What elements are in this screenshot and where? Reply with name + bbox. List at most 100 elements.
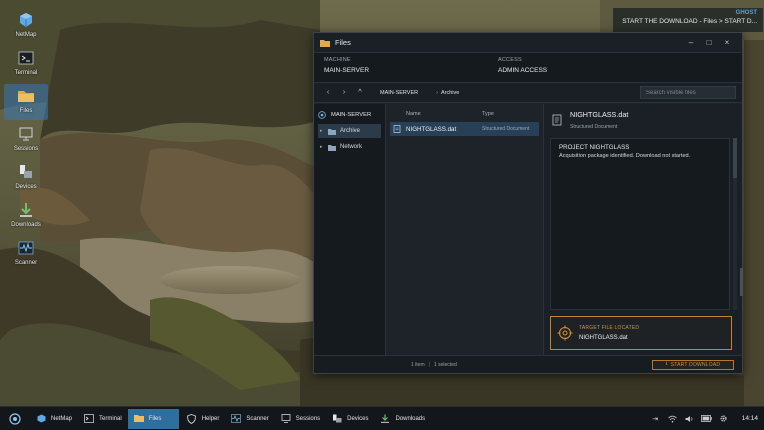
- waveform-icon: [231, 414, 242, 423]
- settings-icon[interactable]: [715, 413, 732, 425]
- preview-content: PROJECT NIGHTGLASS Acquisition package i…: [550, 138, 730, 310]
- preview-body-text: Acquisition package identified. Download…: [559, 153, 691, 159]
- desktop-icon-label: Files: [19, 108, 33, 114]
- desktop-icon-sessions[interactable]: Sessions: [4, 122, 48, 158]
- start-download-label: START DOWNLOAD: [670, 361, 721, 368]
- desktop-icon-netmap[interactable]: NetMap: [4, 8, 48, 44]
- files-window: Files – □ × MACHINE MAIN-SERVER ACCESS A…: [313, 32, 743, 374]
- document-icon: [552, 114, 562, 126]
- taskbar-label: Files: [148, 415, 162, 422]
- file-row[interactable]: NIGHTGLASS.dat Structured Document: [390, 122, 539, 136]
- tree-root-label: MAIN-SERVER: [331, 111, 372, 118]
- notification-toast[interactable]: GHOST START THE DOWNLOAD - Files > START…: [613, 8, 763, 32]
- desktop-icon-files[interactable]: Files: [4, 84, 48, 120]
- battery-icon[interactable]: [698, 413, 715, 425]
- desktop-icon-label: Scanner: [14, 260, 38, 266]
- navigation-bar: ‹ › ^ MAIN-SERVER › Archive: [314, 83, 742, 103]
- logout-icon[interactable]: ⇥: [647, 413, 664, 425]
- taskbar-item-scanner[interactable]: Scanner: [225, 409, 272, 429]
- column-header-type[interactable]: Type: [482, 111, 494, 117]
- taskbar-item-netmap[interactable]: NetMap: [30, 409, 76, 429]
- forward-button[interactable]: ›: [336, 86, 352, 100]
- wifi-icon[interactable]: [664, 413, 681, 425]
- tree-item-network[interactable]: ▸ Network: [318, 140, 381, 154]
- start-download-button[interactable]: ⭳ START DOWNLOAD: [652, 359, 734, 370]
- taskbar-label: Scanner: [246, 415, 269, 422]
- access-label: ACCESS: [498, 57, 522, 63]
- preview-scrollbar[interactable]: [733, 138, 737, 310]
- search-input[interactable]: [640, 86, 736, 99]
- minimize-button[interactable]: –: [682, 36, 700, 50]
- desktop-icon-label: Sessions: [13, 146, 39, 152]
- scrollbar-thumb[interactable]: [733, 138, 737, 178]
- tree-item-archive[interactable]: ▸ Archive: [318, 124, 381, 138]
- start-icon: [9, 412, 21, 425]
- breadcrumb-current[interactable]: Archive: [441, 90, 459, 96]
- notification-title: GHOST: [735, 10, 757, 16]
- chevron-right-icon[interactable]: ▸: [320, 128, 328, 134]
- taskbar-item-helper[interactable]: Helper: [181, 409, 224, 429]
- taskbar-label: Sessions: [295, 415, 321, 422]
- desktop-icon-downloads[interactable]: Downloads: [4, 198, 48, 234]
- waveform-icon: [17, 239, 35, 257]
- desktop-scroll-indicator[interactable]: [740, 268, 743, 296]
- preview-filename: NIGHTGLASS.dat: [570, 110, 629, 119]
- folder-icon: [320, 38, 330, 48]
- monitor-icon: [17, 125, 35, 143]
- taskbar-item-terminal[interactable]: Terminal: [78, 409, 126, 429]
- window-title: Files: [335, 38, 351, 47]
- maximize-button[interactable]: □: [700, 36, 718, 50]
- close-button[interactable]: ×: [718, 36, 736, 50]
- back-button[interactable]: ‹: [320, 86, 336, 100]
- preview-subtitle: Structured Document: [570, 124, 618, 130]
- devices-icon: [17, 163, 35, 181]
- breadcrumb-root[interactable]: MAIN-SERVER: [380, 90, 418, 96]
- folder-icon: [133, 414, 144, 423]
- taskbar-item-files[interactable]: Files: [127, 408, 179, 429]
- up-button[interactable]: ^: [352, 86, 368, 100]
- tree-item-label: Network: [340, 144, 363, 150]
- breadcrumb-separator: ›: [436, 89, 438, 96]
- taskbar-label: Downloads: [395, 415, 426, 422]
- system-tray: ⇥ 14:14: [647, 413, 764, 425]
- cube-icon: [17, 11, 35, 29]
- file-list: Name Type NIGHTGLASS.dat Structured Docu…: [386, 104, 544, 356]
- machine-value: MAIN-SERVER: [324, 67, 370, 74]
- target-label: TARGET FILE LOCATED: [579, 325, 640, 331]
- access-value: ADMIN ACCESS: [498, 67, 548, 74]
- folder-icon: [328, 144, 336, 151]
- preview-heading: PROJECT NIGHTGLASS: [559, 144, 630, 151]
- desktop-icon-label: Devices: [15, 184, 37, 190]
- document-icon: [393, 125, 401, 133]
- desktop-icon-scanner[interactable]: Scanner: [4, 236, 48, 272]
- taskbar-item-downloads[interactable]: Downloads: [374, 409, 429, 429]
- notification-message: START THE DOWNLOAD - Files > START D...: [622, 18, 757, 25]
- taskbar-label: Terminal: [99, 415, 122, 422]
- machine-label: MACHINE: [324, 57, 351, 63]
- download-icon: ⭳: [665, 360, 668, 367]
- desktop-icon-label: Downloads: [11, 222, 41, 228]
- desktop-icon-terminal[interactable]: Terminal: [4, 46, 48, 82]
- machine-info-bar: MACHINE MAIN-SERVER ACCESS ADMIN ACCESS: [314, 53, 742, 83]
- download-icon: [380, 414, 390, 423]
- tree-root-main-server[interactable]: MAIN-SERVER: [318, 107, 381, 122]
- window-titlebar[interactable]: Files – □ ×: [314, 33, 742, 53]
- terminal-icon: [84, 414, 94, 423]
- file-list-header: Name Type: [390, 108, 539, 120]
- file-type: Structured Document: [482, 126, 530, 132]
- volume-icon[interactable]: [681, 413, 698, 425]
- desktop-icon-label: NetMap: [15, 32, 37, 38]
- taskbar-item-devices[interactable]: Devices: [326, 409, 372, 429]
- desktop-icon-devices[interactable]: Devices: [4, 160, 48, 196]
- target-filename: NIGHTGLASS.dat: [579, 335, 628, 341]
- file-panes: MAIN-SERVER ▸ Archive ▸ Network Name Typ…: [314, 104, 742, 356]
- taskbar-item-sessions[interactable]: Sessions: [275, 409, 324, 429]
- clock[interactable]: 14:14: [742, 415, 758, 422]
- access-info: ACCESS ADMIN ACCESS: [498, 57, 672, 82]
- taskbar-label: NetMap: [51, 415, 73, 422]
- column-header-name[interactable]: Name: [406, 111, 482, 117]
- crosshair-icon: [557, 325, 573, 341]
- chevron-right-icon[interactable]: ▸: [320, 144, 328, 150]
- start-button[interactable]: [0, 407, 30, 430]
- taskbar: NetMap Terminal Files Helper Scanner Ses…: [0, 406, 764, 430]
